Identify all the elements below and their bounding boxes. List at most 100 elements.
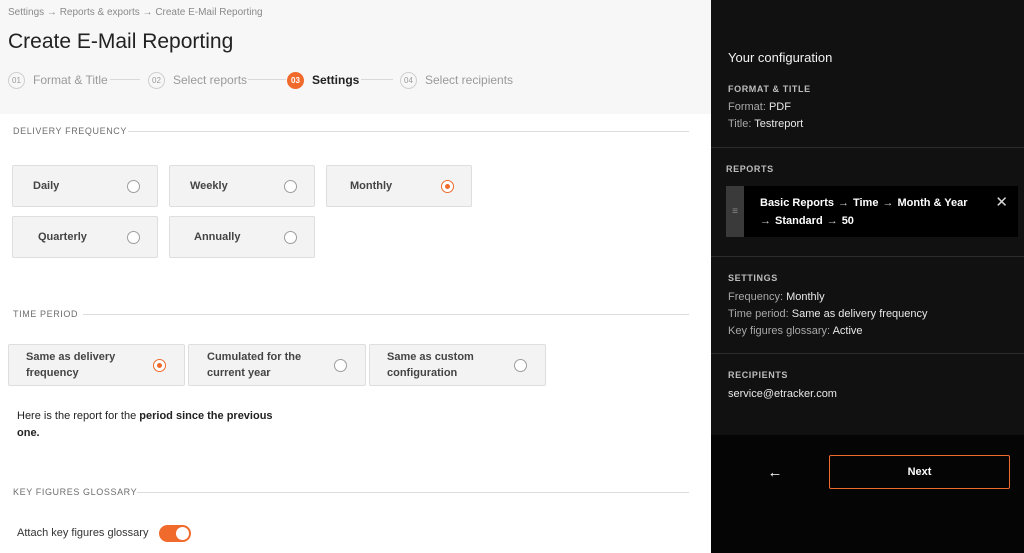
- panel-divider: [711, 147, 1024, 148]
- format-key: Format:: [728, 101, 766, 113]
- breadcrumb-item-current: Create E-Mail Reporting: [155, 7, 263, 18]
- arrow-right-icon: →: [826, 215, 838, 227]
- step-label: Select recipients: [425, 73, 514, 87]
- glossary-key: Key figures glossary:: [728, 325, 831, 337]
- report-item[interactable]: ≡ Basic Reports → Time → Month & Year → Standa…: [726, 186, 1018, 237]
- option-label: Same as custom configuration: [387, 351, 474, 379]
- recipient-email: service@etracker.com: [728, 388, 837, 400]
- step-number: 01: [8, 71, 25, 89]
- frequency-option-weekly[interactable]: Weekly: [169, 165, 315, 207]
- report-path-segment: Month & Year: [897, 197, 968, 209]
- glossary-toggle[interactable]: [159, 525, 191, 542]
- period-option-custom[interactable]: Same as custom configuration: [369, 344, 546, 386]
- step-number: 02: [148, 71, 165, 89]
- configuration-panel: Your configuration Format & Title Format…: [711, 0, 1024, 553]
- stepper: 01 Format & Title 02 Select reports 03 S…: [8, 70, 528, 90]
- radio-button[interactable]: [127, 179, 140, 193]
- step-number: 03: [287, 71, 304, 89]
- format-line: Format: PDF: [728, 101, 791, 113]
- glossary-heading: Key figures glossary: [13, 487, 138, 497]
- step-select-recipients[interactable]: 04 Select recipients: [400, 70, 513, 90]
- period-key: Time period:: [728, 308, 789, 320]
- title-value: Testreport: [754, 118, 804, 130]
- report-path-segment: Basic Reports: [760, 197, 834, 209]
- description-text: Here is the report for the: [17, 410, 140, 422]
- option-label: Weekly: [190, 180, 228, 192]
- reports-heading: Reports: [726, 164, 774, 174]
- glossary-toggle-label: Attach key figures glossary: [17, 527, 149, 539]
- frequency-option-annually[interactable]: Annually: [169, 216, 315, 258]
- section-divider: [137, 492, 689, 493]
- report-path-segment: Standard: [775, 215, 823, 227]
- radio-button[interactable]: [334, 358, 347, 372]
- breadcrumb-separator: →: [142, 7, 153, 18]
- period-option-same-as-delivery[interactable]: Same as delivery frequency: [8, 344, 185, 386]
- drag-handle-icon[interactable]: ≡: [726, 186, 744, 237]
- title-key: Title:: [728, 118, 752, 130]
- next-button[interactable]: Next: [829, 455, 1010, 489]
- radio-button[interactable]: [284, 230, 297, 244]
- step-format-title[interactable]: 01 Format & Title: [8, 70, 108, 90]
- breadcrumb-item-reports-exports[interactable]: Reports & exports: [60, 7, 140, 18]
- section-divider: [83, 314, 689, 315]
- period-value: Same as delivery frequency: [791, 308, 928, 320]
- settings-heading: Settings: [728, 273, 778, 283]
- arrow-right-icon: →: [837, 197, 849, 209]
- glossary-line: Key figures glossary: Active: [728, 325, 863, 337]
- frequency-option-quarterly[interactable]: Quarterly: [12, 216, 158, 258]
- recipients-heading: Recipients: [728, 370, 789, 380]
- radio-button-selected[interactable]: [441, 179, 454, 193]
- breadcrumb-item-settings[interactable]: Settings: [8, 7, 44, 18]
- radio-button[interactable]: [127, 230, 140, 244]
- radio-button[interactable]: [284, 179, 297, 193]
- frequency-line: Frequency: Monthly: [728, 291, 825, 303]
- frequency-value: Monthly: [786, 291, 825, 303]
- report-path-segment: 50: [841, 215, 854, 227]
- step-label: Format & Title: [33, 73, 108, 87]
- panel-title: Your configuration: [728, 50, 833, 65]
- report-path-segment: Time: [852, 197, 879, 209]
- panel-divider: [711, 256, 1024, 257]
- back-arrow-icon[interactable]: ←: [763, 460, 787, 484]
- step-label: Settings: [312, 73, 360, 87]
- step-connector: [110, 79, 140, 80]
- close-icon[interactable]: ✕: [995, 193, 1008, 211]
- radio-button[interactable]: [514, 358, 527, 372]
- title-line: Title: Testreport: [728, 118, 803, 130]
- step-select-reports[interactable]: 02 Select reports: [148, 70, 247, 90]
- frequency-option-monthly[interactable]: Monthly: [326, 165, 472, 207]
- frequency-key: Frequency:: [728, 291, 784, 303]
- radio-button-selected[interactable]: [153, 358, 166, 372]
- option-label: Same as delivery frequency: [26, 351, 116, 379]
- report-path: Basic Reports → Time → Month & Year → Standard…: [760, 194, 985, 230]
- time-period-heading: Time period: [13, 309, 79, 319]
- main-area: Settings → Reports & exports → Create E-…: [0, 0, 711, 553]
- option-label: Annually: [194, 231, 241, 243]
- period-option-cumulated[interactable]: Cumulated for the current year: [188, 344, 366, 386]
- frequency-option-daily[interactable]: Daily: [12, 165, 158, 207]
- section-divider: [128, 131, 689, 132]
- page-title: Create E-Mail Reporting: [8, 30, 234, 53]
- step-settings[interactable]: 03 Settings: [287, 70, 359, 90]
- format-title-heading: Format & Title: [728, 84, 811, 94]
- panel-divider: [711, 353, 1024, 354]
- period-description: Here is the report for the period since …: [17, 408, 287, 442]
- step-connector: [361, 79, 393, 80]
- period-line: Time period: Same as delivery frequency: [728, 308, 928, 320]
- option-label: Quarterly: [38, 231, 87, 243]
- option-label: Daily: [33, 180, 60, 192]
- arrow-right-icon: →: [760, 215, 771, 227]
- breadcrumb: Settings → Reports & exports → Create E-…: [8, 7, 263, 18]
- delivery-frequency-heading: Delivery frequency: [13, 126, 127, 136]
- page-header: Settings → Reports & exports → Create E-…: [0, 0, 711, 114]
- format-value: PDF: [768, 101, 791, 113]
- step-connector: [248, 79, 286, 80]
- panel-footer: ← Next: [711, 435, 1024, 553]
- step-number: 04: [400, 71, 417, 89]
- option-label: Cumulated for the current year: [207, 351, 302, 379]
- option-label: Monthly: [350, 180, 393, 192]
- step-label: Select reports: [173, 73, 248, 87]
- breadcrumb-separator: →: [46, 7, 57, 18]
- arrow-right-icon: →: [882, 197, 894, 209]
- glossary-value: Active: [832, 325, 863, 337]
